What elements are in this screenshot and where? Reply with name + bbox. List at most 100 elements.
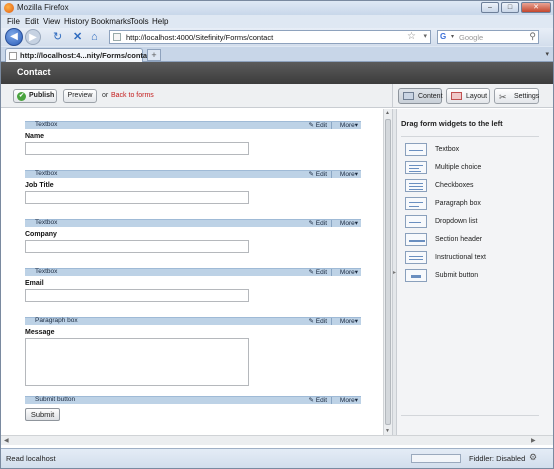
widget-item-label: Multiple choice <box>435 164 482 171</box>
job-title-input[interactable] <box>25 191 249 204</box>
horizontal-scrollbar[interactable]: ◀ ▶ <box>1 435 553 445</box>
widget-item-dropdown-list[interactable]: Dropdown list <box>405 215 535 229</box>
widget-bar-textbox[interactable]: Textbox ✎ Edit More▾ <box>25 219 361 227</box>
more-menu[interactable]: More▾ <box>340 317 358 325</box>
menu-bookmarks[interactable]: Bookmarks <box>91 17 131 26</box>
address-text[interactable]: http://localhost:4000/Sitefinity/Forms/c… <box>126 33 273 42</box>
widget-item-label: Dropdown list <box>435 218 478 225</box>
widget-type: Textbox <box>35 121 58 128</box>
layout-label: Layout <box>466 93 488 100</box>
back-icon[interactable]: ◀ <box>5 28 23 46</box>
stop-icon[interactable]: ✕ <box>73 30 82 44</box>
widget-bar-textbox[interactable]: Textbox ✎ Edit More▾ <box>25 121 361 129</box>
star-icon[interactable]: ☆ <box>407 31 416 42</box>
widget-item-instructional-text[interactable]: Instructional text <box>405 251 535 265</box>
back-to-forms-link[interactable]: Back to forms <box>111 92 154 99</box>
maximize-button[interactable]: □ <box>501 2 519 13</box>
widget-bar-textbox[interactable]: Textbox ✎ Edit More▾ <box>25 170 361 178</box>
close-button[interactable]: ✕ <box>521 2 551 13</box>
settings-label: Settings <box>514 93 540 100</box>
publish-label: Publish <box>29 92 55 99</box>
gear-icon[interactable]: ⚙ <box>529 452 537 463</box>
menu-edit[interactable]: Edit <box>25 17 39 26</box>
form-canvas: Textbox ✎ Edit More▾ Name Textbox ✎ Edit… <box>1 109 383 435</box>
search-input[interactable]: G ▾ Google ⚲ <box>437 30 539 44</box>
widget-item-multiple-choice[interactable]: Multiple choice <box>405 161 535 175</box>
widget-item-checkboxes[interactable]: Checkboxes <box>405 179 535 193</box>
fiddler-status[interactable]: Fiddler: Disabled <box>469 454 525 463</box>
widget-item-section-header[interactable]: Section header <box>405 233 535 247</box>
field-label-email: Email <box>25 280 44 287</box>
edit-link[interactable]: ✎ Edit <box>309 268 327 276</box>
widget-item-label: Submit button <box>435 272 479 279</box>
check-icon: ✔ <box>17 92 26 101</box>
widget-item-textbox[interactable]: Textbox <box>405 143 535 157</box>
sidebar-divider <box>401 136 539 137</box>
edit-link[interactable]: ✎ Edit <box>309 396 327 404</box>
editor-toolbar: ✔ Publish Preview or Back to forms Conte… <box>1 84 553 108</box>
reload-icon[interactable]: ↻ <box>53 30 62 44</box>
more-menu[interactable]: More▾ <box>340 396 358 404</box>
widget-item-submit-button[interactable]: Submit button <box>405 269 535 283</box>
scroll-left-icon[interactable]: ◀ <box>4 437 9 444</box>
address-bar[interactable]: http://localhost:4000/Sitefinity/Forms/c… <box>109 30 431 44</box>
field-label-message: Message <box>25 329 55 336</box>
textbox-widget-icon <box>405 143 427 156</box>
more-menu[interactable]: More▾ <box>340 170 358 178</box>
menu-help[interactable]: Help <box>152 17 168 26</box>
menu-tools[interactable]: Tools <box>130 17 149 26</box>
scroll-up-icon[interactable]: ▲ <box>385 110 390 116</box>
scroll-down-icon[interactable]: ▼ <box>385 428 390 434</box>
edit-link[interactable]: ✎ Edit <box>309 219 327 227</box>
engine-dropdown-icon[interactable]: ▾ <box>451 33 454 40</box>
form-vertical-scrollbar[interactable]: ▲ ▼ <box>383 109 392 435</box>
widget-bar-submit-button[interactable]: Submit button ✎ Edit More▾ <box>25 396 361 404</box>
tab-list-icon[interactable]: ▾ <box>545 50 549 58</box>
page-title: Contact <box>17 67 51 77</box>
scroll-right-icon[interactable]: ▶ <box>531 437 536 444</box>
minimize-button[interactable]: – <box>481 2 499 13</box>
widget-bar-paragraph-box[interactable]: Paragraph box ✎ Edit More▾ <box>25 317 361 325</box>
multiple-choice-widget-icon <box>405 161 427 174</box>
more-menu[interactable]: More▾ <box>340 268 358 276</box>
settings-view-button[interactable]: ✂ Settings <box>494 88 539 104</box>
toolbar-divider <box>392 84 393 108</box>
email-input[interactable] <box>25 289 249 302</box>
submit-button[interactable]: Submit <box>25 408 60 421</box>
splitter-grip-icon[interactable]: ▸ <box>393 269 396 276</box>
browser-window: Mozilla Firefox – □ ✕ File Edit View His… <box>0 0 554 469</box>
or-text: or <box>102 92 109 99</box>
more-menu[interactable]: More▾ <box>340 121 358 129</box>
search-icon[interactable]: ⚲ <box>529 31 536 42</box>
google-engine-icon[interactable]: G <box>440 32 450 42</box>
preview-button[interactable]: Preview <box>63 89 97 103</box>
publish-button[interactable]: ✔ Publish <box>13 89 57 103</box>
scrollbar-thumb[interactable] <box>385 119 391 425</box>
widget-type: Paragraph box <box>35 317 78 324</box>
menu-history[interactable]: History <box>64 17 89 26</box>
chevron-down-icon[interactable]: ▾ <box>423 32 427 40</box>
layout-view-button[interactable]: Layout <box>446 88 490 104</box>
new-tab-button[interactable]: + <box>147 49 161 61</box>
window-title: Mozilla Firefox <box>17 3 69 12</box>
menu-view[interactable]: View <box>43 17 60 26</box>
forward-icon[interactable]: ▶ <box>25 29 41 45</box>
message-textarea[interactable] <box>25 338 249 386</box>
tab-contact[interactable]: http://localhost:4...nity/Forms/contact <box>5 48 154 62</box>
instructional-text-widget-icon <box>405 251 427 264</box>
wrench-icon: ✂ <box>499 92 507 102</box>
widget-item-label: Checkboxes <box>435 182 474 189</box>
widget-item-paragraph-box[interactable]: Paragraph box <box>405 197 535 211</box>
widget-bar-textbox[interactable]: Textbox ✎ Edit More▾ <box>25 268 361 276</box>
company-input[interactable] <box>25 240 249 253</box>
name-input[interactable] <box>25 142 249 155</box>
edit-link[interactable]: ✎ Edit <box>309 170 327 178</box>
more-menu[interactable]: More▾ <box>340 219 358 227</box>
edit-link[interactable]: ✎ Edit <box>309 317 327 325</box>
status-bar: Read localhost Fiddler: Disabled ⚙ <box>1 448 553 468</box>
content-view-button[interactable]: Content <box>398 88 443 104</box>
menu-file[interactable]: File <box>7 17 20 26</box>
edit-link[interactable]: ✎ Edit <box>309 121 327 129</box>
home-icon[interactable]: ⌂ <box>91 30 98 44</box>
widget-type: Textbox <box>35 170 58 177</box>
